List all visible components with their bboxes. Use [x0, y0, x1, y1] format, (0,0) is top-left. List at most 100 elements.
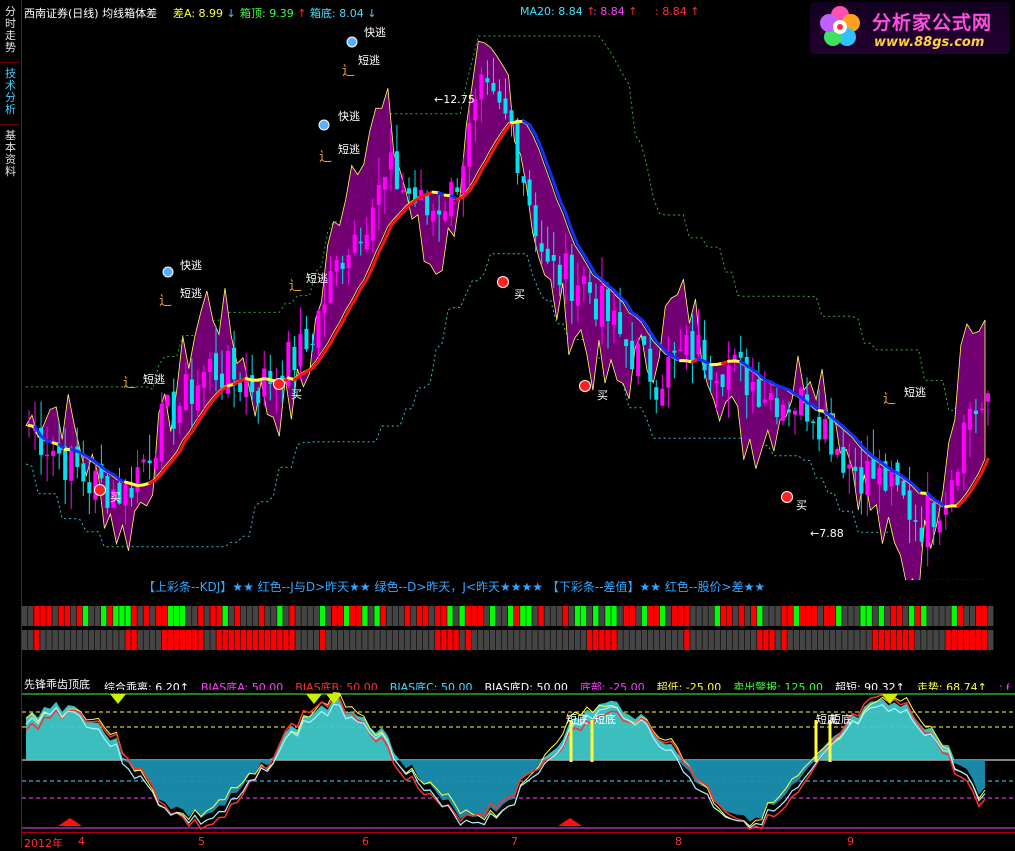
diff-bar-cell — [204, 630, 209, 650]
kdj-bar-cell — [435, 606, 440, 626]
candle-body — [986, 393, 990, 401]
diff-bar-cell — [113, 630, 118, 650]
indicator-readout-7: 卖出警报: 125.00 — [733, 681, 823, 690]
diff-bar-cell — [253, 630, 258, 650]
box-bottom-label: 箱底: — [310, 7, 336, 20]
candle-body — [69, 447, 73, 481]
kdj-bar-cell — [611, 606, 616, 626]
diff-bar-cell — [945, 630, 950, 650]
value2-label: : — [593, 5, 597, 18]
candle-body — [968, 409, 972, 430]
box-top-readout: 箱顶: 9.39 ↑ — [240, 5, 306, 21]
candle-body — [540, 243, 544, 252]
diff-bar-cell — [508, 630, 513, 650]
candle-body — [353, 235, 357, 253]
candle-body — [184, 374, 188, 410]
kdj-bar-cell — [259, 606, 264, 626]
tab-realtime[interactable]: 分时走势 — [2, 6, 19, 54]
kdj-bar-cell — [508, 606, 513, 626]
candle-body — [564, 254, 568, 280]
candle-body — [81, 463, 85, 481]
kdj-bar-cell — [399, 606, 404, 626]
candle-body — [721, 374, 725, 387]
candle-body — [329, 271, 333, 303]
kdj-bar-cell — [89, 606, 94, 626]
kdj-bar-cell — [484, 606, 489, 626]
diff-bar-cell — [951, 630, 956, 650]
diff-bar-cell — [71, 630, 76, 650]
signal-label-duantao: 短逃 — [180, 285, 202, 301]
kdj-bar-cell — [192, 606, 197, 626]
kdj-bar-cell — [842, 606, 847, 626]
kdj-bar-cell — [83, 606, 88, 626]
kdj-bar-cell — [563, 606, 568, 626]
diff-bar-cell — [83, 630, 88, 650]
diff-bar-cell — [89, 630, 94, 650]
candle-body — [678, 350, 682, 352]
tab-fundamentals[interactable]: 基本资料 — [2, 130, 19, 178]
candle-body — [136, 467, 140, 492]
purple-cloud — [26, 41, 985, 580]
diff-bar-cell — [599, 630, 604, 650]
kdj-bar-cell — [854, 606, 859, 626]
candle-body — [926, 496, 930, 547]
candle-body — [105, 476, 109, 508]
kdj-bar-cell — [532, 606, 537, 626]
diff-bar-cell — [806, 630, 811, 650]
diff-bar-cell — [429, 630, 434, 650]
tab-technical[interactable]: 技术分析 — [2, 68, 19, 116]
candle-body — [220, 374, 224, 388]
diff-bar-cell — [168, 630, 173, 650]
diff-bar-cell — [229, 630, 234, 650]
candle-body — [672, 351, 676, 353]
kuaitao-ball-icon — [319, 120, 329, 130]
kdj-bar-cell — [903, 606, 908, 626]
candle-body — [902, 481, 906, 496]
candle-body — [642, 336, 646, 345]
candle-body — [703, 340, 707, 370]
down-arrow-icon: ↓ — [227, 7, 236, 20]
kdj-bar-cell — [150, 606, 155, 626]
candle-body — [516, 120, 520, 173]
diff-bar-cell — [739, 630, 744, 650]
diff-bar-cell — [156, 630, 161, 650]
diff-bar-cell — [405, 630, 410, 650]
candle-body — [148, 461, 152, 464]
diff-bar-cell — [411, 630, 416, 650]
diff-bar-cell — [222, 630, 227, 650]
kdj-bar-cell — [648, 606, 653, 626]
candle-body — [341, 263, 345, 269]
candle-body — [823, 419, 827, 439]
diff-bar-cell — [34, 630, 39, 650]
candle-body — [799, 388, 803, 415]
chart-title: 西南证券(日线) 均线箱体差 — [24, 5, 157, 21]
runner-icon: ⻌ — [159, 294, 172, 309]
kdj-bar-cell — [453, 606, 458, 626]
kdj-bar-cell — [58, 606, 63, 626]
candle-body — [130, 488, 134, 498]
legend-banner: 【上彩条--KDJ】★★ 红色--J与D>昨天★★ 绿色--D>昨天，J<昨天★… — [143, 578, 765, 595]
kdj-bar-cell — [210, 606, 215, 626]
diff-bar-cell — [818, 630, 823, 650]
diff-bar-cell — [678, 630, 683, 650]
diff-bar-cell — [52, 630, 57, 650]
diff-bar-cell — [46, 630, 51, 650]
time-label-apr: 4 — [78, 835, 85, 848]
diff-bar-cell — [308, 630, 313, 650]
runner-icon: ⻌ — [289, 279, 302, 294]
kdj-bar-cell — [344, 606, 349, 626]
indicator-readout-8: 超短: 90.32↑ — [835, 681, 905, 690]
diff-bar-cell — [235, 630, 240, 650]
kdj-bar-cell — [544, 606, 549, 626]
bottom-triangle-marker — [58, 818, 82, 826]
signal-label-mai: 买 — [796, 497, 807, 513]
kdj-bar-cell — [52, 606, 57, 626]
signal-label-duantao: 短逃 — [904, 384, 926, 400]
diff-bar-cell — [787, 630, 792, 650]
kdj-bar-cell — [672, 606, 677, 626]
kdj-bar-cell — [107, 606, 112, 626]
kdj-bar-cell — [708, 606, 713, 626]
candle-body — [87, 482, 91, 493]
kdj-bar-cell — [630, 606, 635, 626]
candle-body — [244, 379, 248, 397]
